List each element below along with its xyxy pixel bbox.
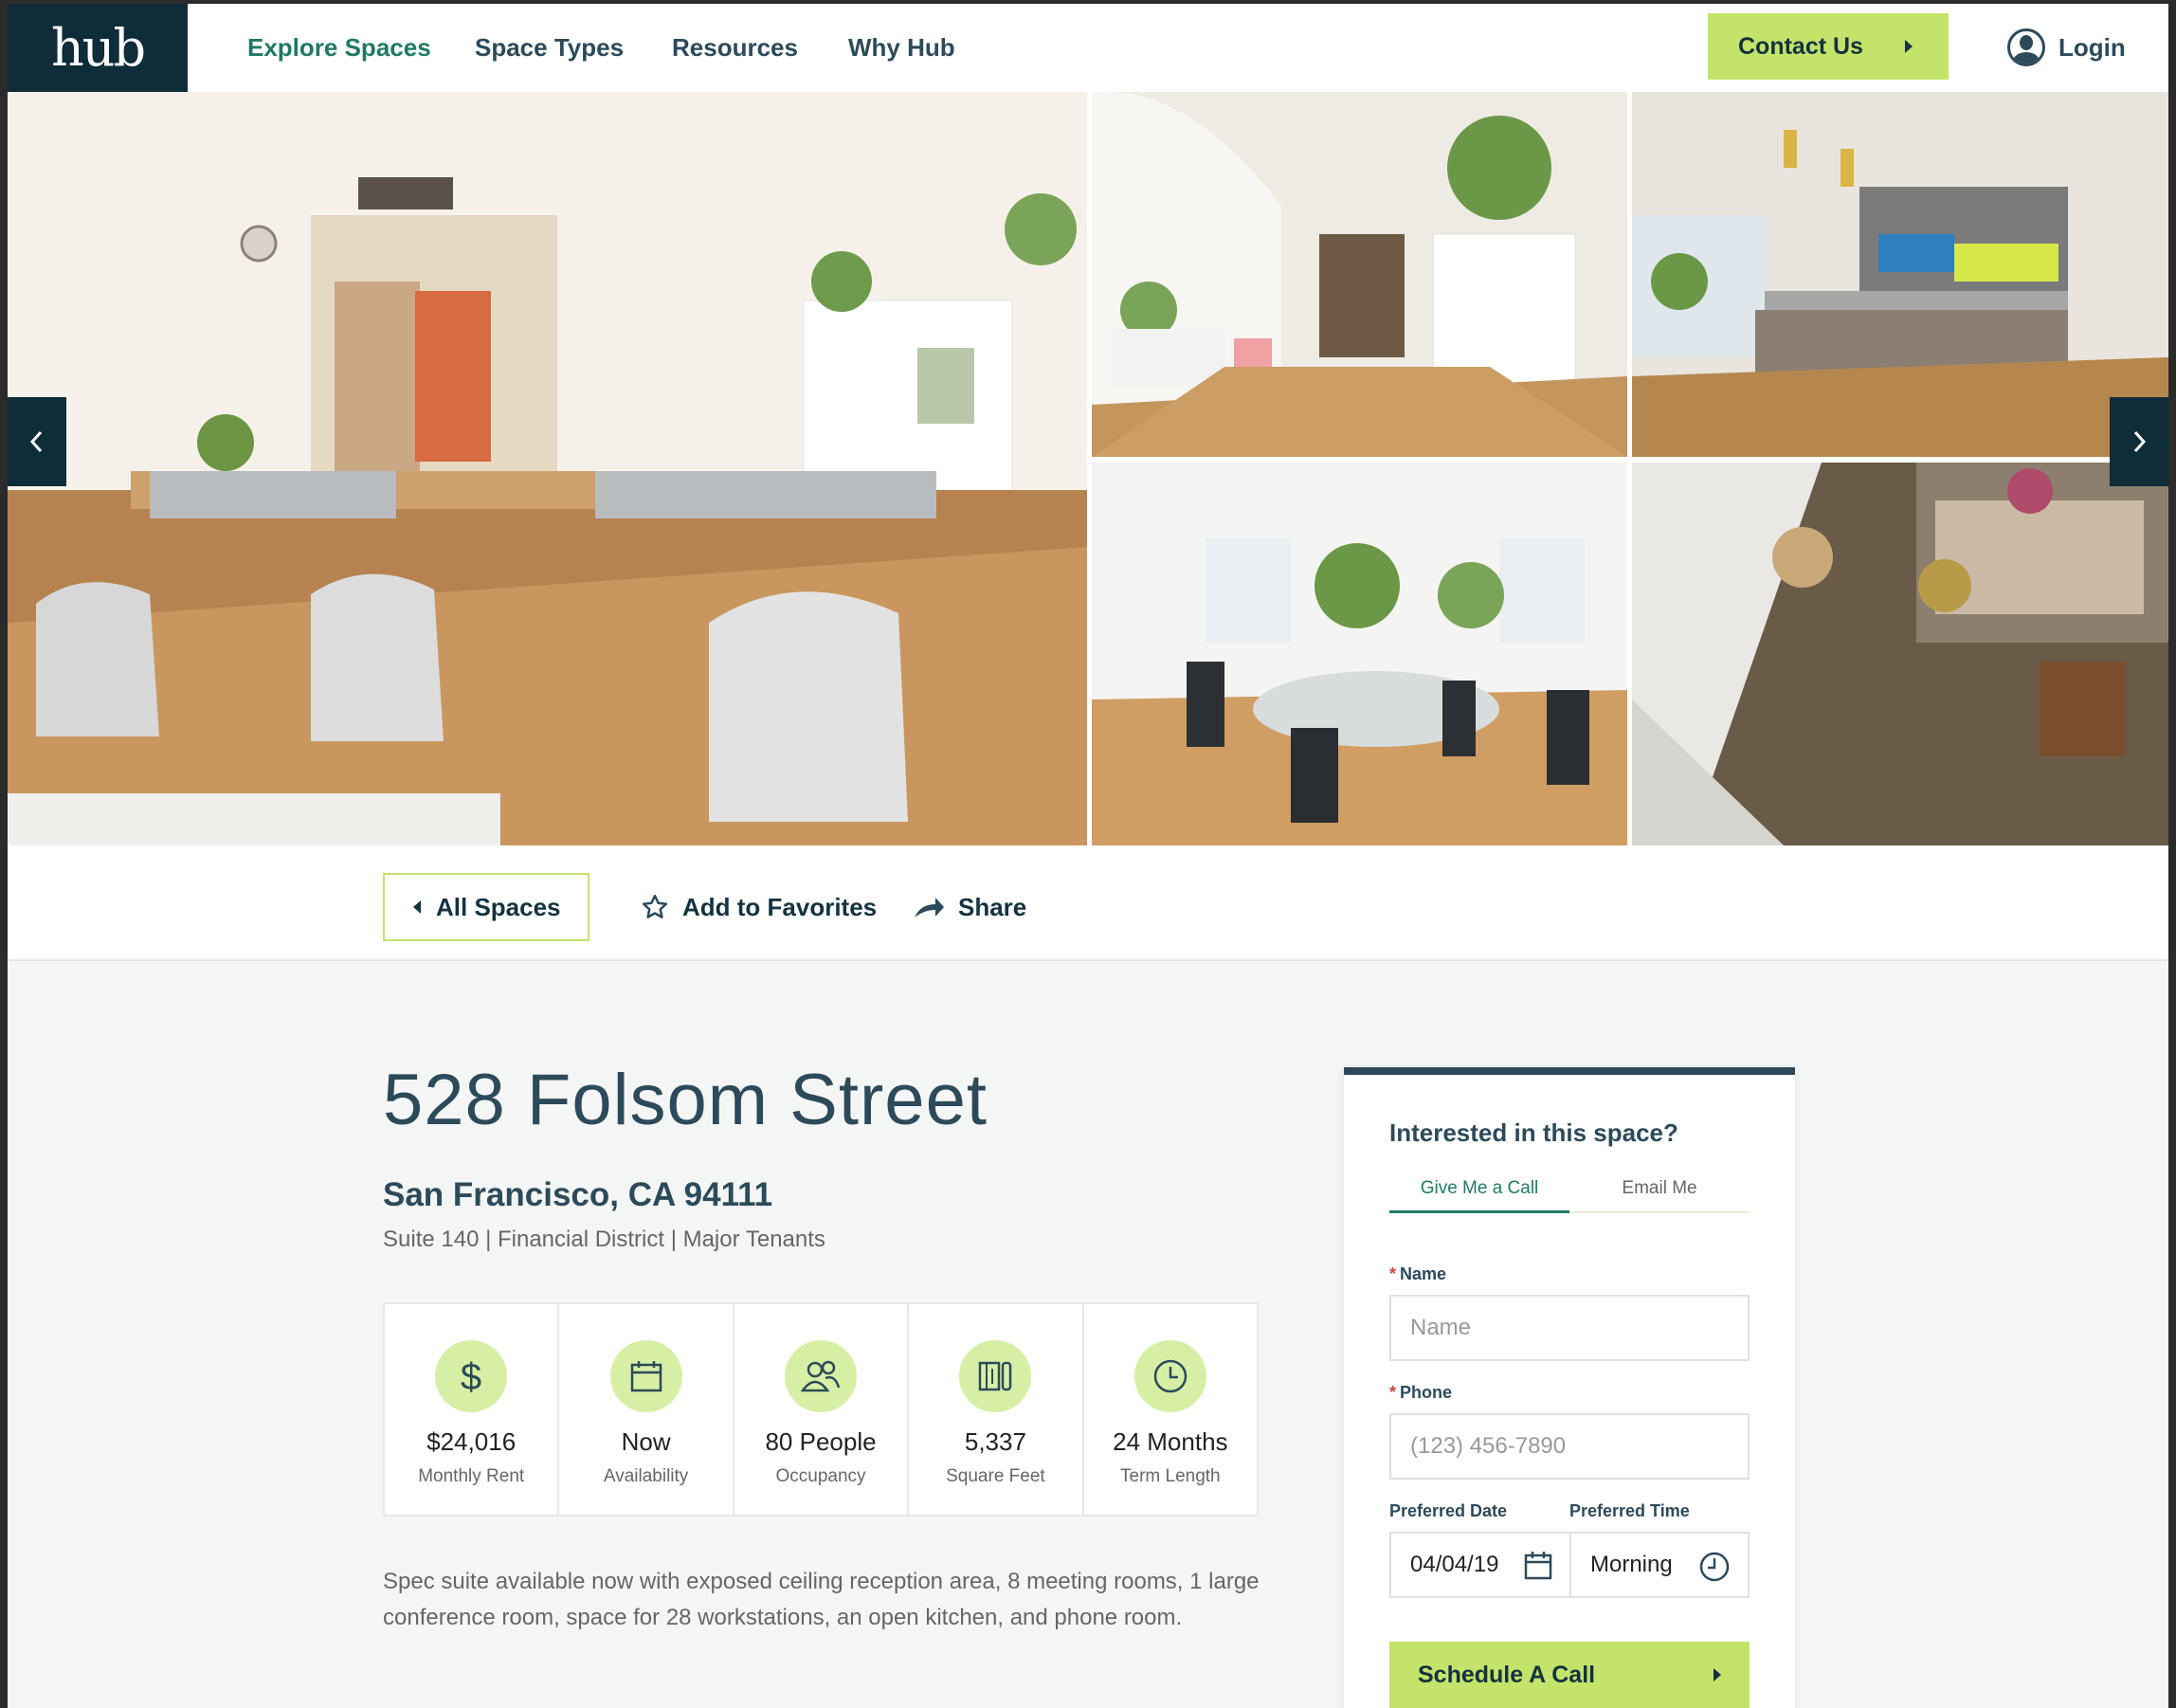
listing-city: San Francisco, CA 94111 bbox=[383, 1176, 773, 1213]
preferred-time-select[interactable]: Morning bbox=[1569, 1532, 1750, 1598]
listing-meta: Suite 140 | Financial District | Major T… bbox=[383, 1226, 825, 1252]
stat-value: 24 Months bbox=[1113, 1427, 1228, 1456]
preferred-time-label: Preferred Time bbox=[1569, 1501, 1690, 1520]
all-spaces-button[interactable]: All Spaces bbox=[383, 873, 589, 941]
listing-title: 528 Folsom Street bbox=[383, 1060, 988, 1140]
stat-square-feet: 5,337 Square Feet bbox=[909, 1304, 1084, 1515]
tab-email-me[interactable]: Email Me bbox=[1569, 1173, 1750, 1213]
share-button[interactable]: Share bbox=[913, 873, 1026, 941]
share-label: Share bbox=[958, 892, 1027, 921]
site-header: hub Explore Spaces Space Types Resources… bbox=[8, 4, 2168, 92]
share-arrow-icon bbox=[915, 898, 944, 918]
stat-availability: Now Availability bbox=[559, 1304, 734, 1515]
listing-description: Spec suite available now with exposed ce… bbox=[383, 1569, 1260, 1630]
svg-text:$: $ bbox=[461, 1356, 481, 1397]
nav-resources[interactable]: Resources bbox=[672, 4, 798, 92]
floorplan-icon bbox=[959, 1340, 1032, 1412]
preferred-date-input[interactable]: 04/04/19 bbox=[1389, 1532, 1571, 1598]
gallery-photo-main[interactable] bbox=[8, 92, 1087, 845]
user-avatar-icon bbox=[2007, 28, 2045, 66]
stat-value: Now bbox=[621, 1427, 671, 1456]
stat-value: $24,016 bbox=[426, 1427, 517, 1456]
dollar-icon: $ bbox=[435, 1340, 508, 1412]
stat-label: Square Feet bbox=[946, 1466, 1045, 1486]
form-heading: Interested in this space? bbox=[1389, 1118, 1678, 1147]
add-to-favorites-button[interactable]: Add to Favorites bbox=[641, 873, 877, 941]
all-spaces-label: All Spaces bbox=[436, 892, 561, 921]
submit-label: Schedule A Call bbox=[1418, 1661, 1596, 1688]
stat-term-length: 24 Months Term Length bbox=[1084, 1304, 1257, 1515]
stat-monthly-rent: $ $24,016 Monthly Rent bbox=[385, 1304, 560, 1515]
caret-right-icon bbox=[1714, 1668, 1721, 1681]
hub-logo[interactable]: hub bbox=[8, 4, 188, 92]
clock-icon bbox=[1133, 1340, 1206, 1412]
nav-why-hub[interactable]: Why Hub bbox=[848, 4, 955, 92]
preferred-date-label: Preferred Date bbox=[1389, 1501, 1508, 1520]
chevron-left-icon bbox=[29, 430, 43, 453]
gallery-photo-5[interactable] bbox=[1632, 463, 2168, 845]
calendar-icon bbox=[1524, 1552, 1552, 1580]
contact-method-tabs: Give Me a Call Email Me bbox=[1389, 1173, 1750, 1213]
people-icon bbox=[785, 1340, 858, 1412]
stat-value: 80 People bbox=[765, 1427, 877, 1456]
login-label: Login bbox=[2058, 32, 2126, 62]
gallery-photo-3[interactable] bbox=[1632, 92, 2168, 457]
contact-us-button[interactable]: Contact Us bbox=[1708, 13, 1949, 80]
gallery-prev-button[interactable] bbox=[8, 397, 66, 486]
tab-give-me-a-call[interactable]: Give Me a Call bbox=[1389, 1173, 1569, 1213]
gallery-next-button[interactable] bbox=[2110, 397, 2168, 486]
stat-label: Occupancy bbox=[775, 1466, 866, 1486]
star-icon bbox=[642, 894, 668, 918]
stat-value: 5,337 bbox=[964, 1427, 1026, 1456]
phone-field-label: * Phone bbox=[1389, 1383, 1453, 1402]
stat-label: Term Length bbox=[1120, 1466, 1221, 1486]
chevron-right-icon bbox=[2133, 430, 2147, 453]
clock-icon bbox=[1699, 1552, 1730, 1582]
contact-us-label: Contact Us bbox=[1738, 32, 1863, 60]
listing-action-bar: All Spaces Add to Favorites Share bbox=[8, 845, 2168, 961]
stat-label: Monthly Rent bbox=[418, 1466, 525, 1486]
stat-label: Availability bbox=[603, 1466, 689, 1486]
name-field-label: * Name bbox=[1389, 1264, 1447, 1283]
listing-stats: $ $24,016 Monthly Rent Now Availability … bbox=[383, 1302, 1259, 1517]
nav-explore-spaces[interactable]: Explore Spaces bbox=[247, 4, 431, 92]
favorites-label: Add to Favorites bbox=[682, 892, 878, 921]
gallery-photo-4[interactable] bbox=[1092, 463, 1627, 845]
name-input[interactable] bbox=[1389, 1295, 1750, 1361]
schedule-call-button[interactable]: Schedule A Call bbox=[1389, 1642, 1750, 1708]
date-value: 04/04/19 bbox=[1410, 1552, 1499, 1577]
caret-right-icon bbox=[1905, 40, 1913, 53]
gallery-photo-2[interactable] bbox=[1092, 92, 1627, 457]
nav-space-types[interactable]: Space Types bbox=[475, 4, 624, 92]
contact-form-card: Interested in this space? Give Me a Call… bbox=[1344, 1067, 1795, 1708]
browser-viewport: hub Explore Spaces Space Types Resources… bbox=[8, 4, 2168, 1708]
login-link[interactable]: Login bbox=[2007, 27, 2126, 68]
caret-left-icon bbox=[413, 900, 421, 914]
calendar-icon bbox=[609, 1340, 682, 1412]
photo-gallery bbox=[8, 92, 2168, 845]
stat-occupancy: 80 People Occupancy bbox=[734, 1304, 910, 1515]
phone-input[interactable] bbox=[1389, 1413, 1750, 1480]
time-value: Morning bbox=[1590, 1552, 1673, 1577]
